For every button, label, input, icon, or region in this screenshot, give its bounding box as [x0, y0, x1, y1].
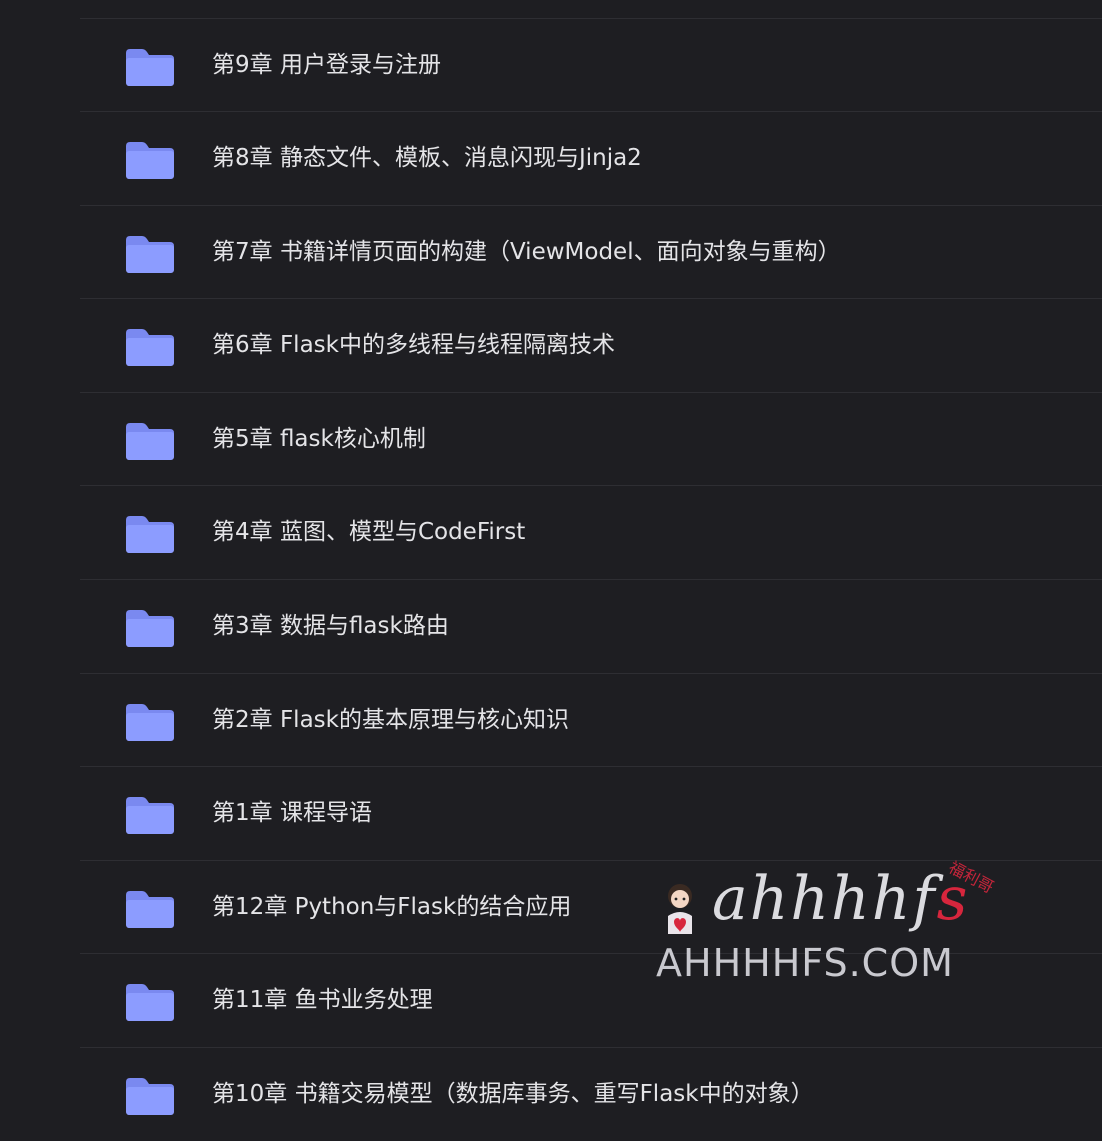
folder-name: 第1章 课程导语 [212, 800, 372, 826]
folder-name: 第3章 数据与flask路由 [212, 613, 449, 639]
folder-name: 第5章 flask核心机制 [212, 426, 426, 452]
folder-name: 第6章 Flask中的多线程与线程隔离技术 [212, 332, 615, 358]
mascot-icon [660, 882, 700, 936]
folder-icon [124, 327, 176, 367]
folder-row[interactable]: 第10章 书籍交易模型（数据库事务、重写Flask中的对象） [80, 1047, 1102, 1140]
watermark-domain: AHHHHFS.COM [656, 941, 954, 985]
folder-icon [124, 1076, 176, 1116]
folder-icon [124, 889, 176, 929]
folder-row[interactable]: 第1章 课程导语 [80, 766, 1102, 859]
folder-icon [124, 234, 176, 274]
folder-row[interactable]: 第7章 书籍详情页面的构建（ViewModel、面向对象与重构） [80, 205, 1102, 298]
folder-name: 第2章 Flask的基本原理与核心知识 [212, 707, 569, 733]
folder-icon [124, 608, 176, 648]
folder-icon [124, 140, 176, 180]
watermark-brand: ahhhhfs [712, 864, 970, 934]
folder-row[interactable]: 第5章 flask核心机制 [80, 392, 1102, 485]
folder-name: 第10章 书籍交易模型（数据库事务、重写Flask中的对象） [212, 1081, 814, 1107]
folder-row[interactable]: 第2章 Flask的基本原理与核心知识 [80, 673, 1102, 766]
folder-icon [124, 47, 176, 87]
folder-name: 第7章 书籍详情页面的构建（ViewModel、面向对象与重构） [212, 239, 841, 265]
folder-name: 第12章 Python与Flask的结合应用 [212, 894, 572, 920]
folder-icon [124, 982, 176, 1022]
folder-name: 第11章 鱼书业务处理 [212, 987, 433, 1013]
folder-row[interactable]: 第6章 Flask中的多线程与线程隔离技术 [80, 298, 1102, 391]
folder-row[interactable]: 第3章 数据与flask路由 [80, 579, 1102, 672]
folder-icon [124, 514, 176, 554]
folder-row[interactable]: 第8章 静态文件、模板、消息闪现与Jinja2 [80, 111, 1102, 204]
folder-name: 第4章 蓝图、模型与CodeFirst [212, 519, 526, 545]
watermark: ahhhhfs 福利哥 AHHHHFS.COM [652, 858, 1002, 990]
folder-row[interactable]: 第4章 蓝图、模型与CodeFirst [80, 485, 1102, 578]
folder-icon [124, 795, 176, 835]
folder-icon [124, 702, 176, 742]
folder-icon [124, 421, 176, 461]
folder-row[interactable]: 第9章 用户登录与注册 [80, 18, 1102, 111]
folder-name: 第8章 静态文件、模板、消息闪现与Jinja2 [212, 145, 642, 171]
folder-name: 第9章 用户登录与注册 [212, 52, 441, 78]
